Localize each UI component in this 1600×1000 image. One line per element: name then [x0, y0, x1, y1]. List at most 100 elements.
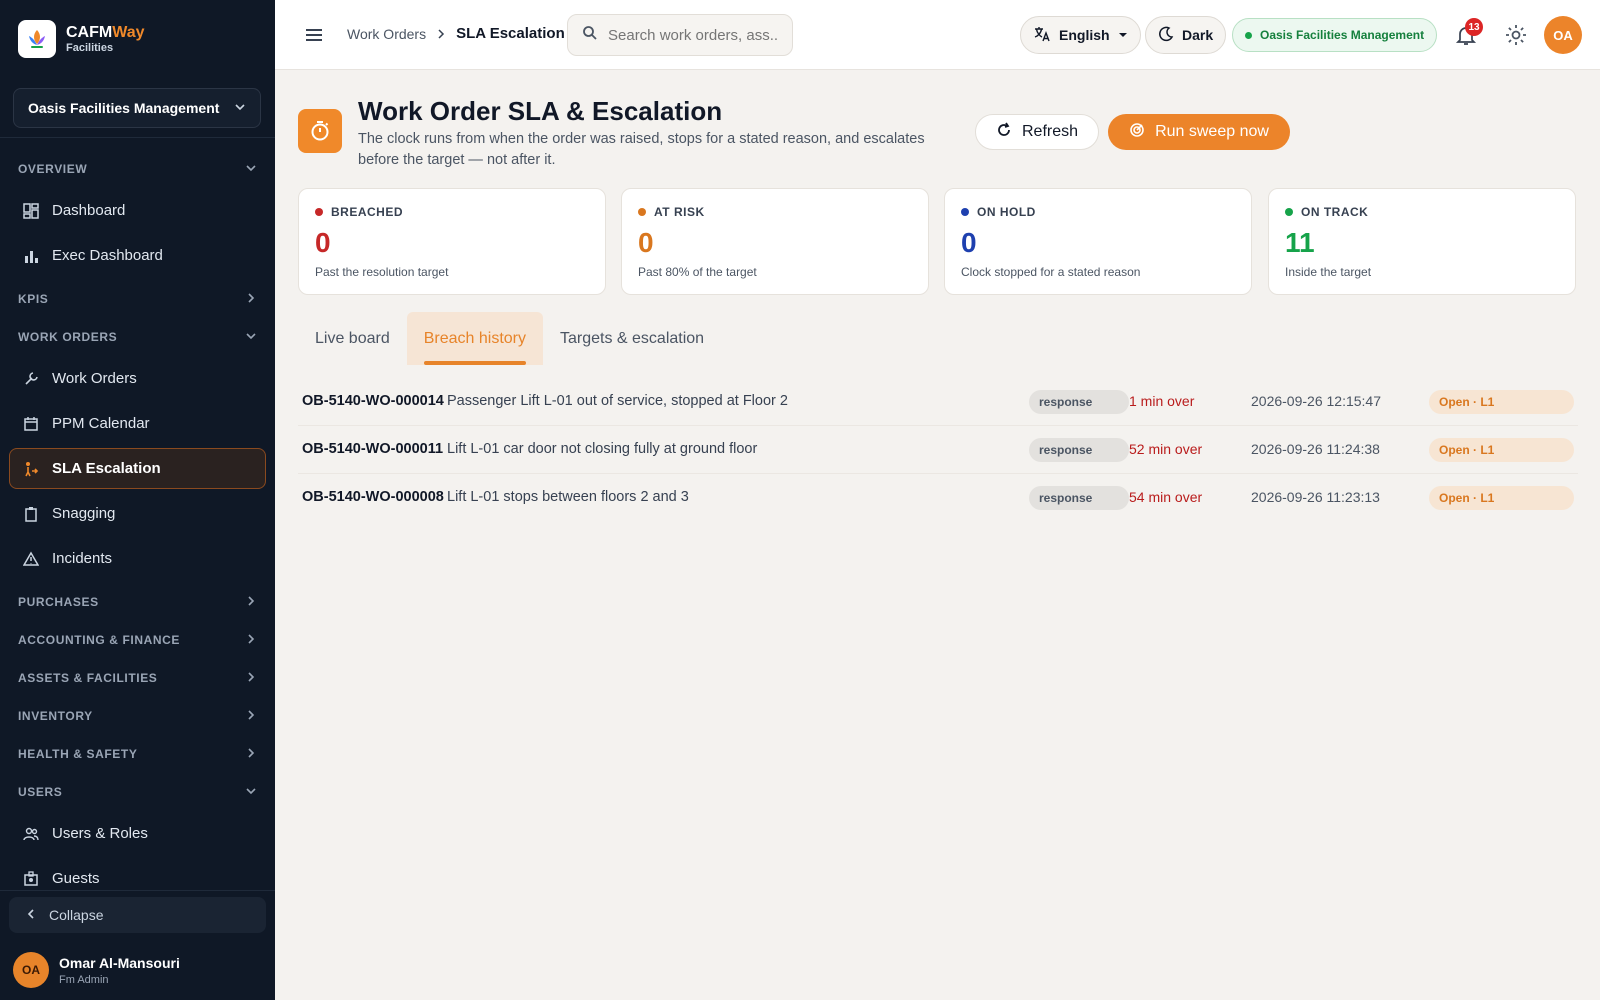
work-order-code[interactable]: OB-5140-WO-000008	[302, 489, 444, 505]
chevron-right-icon	[245, 633, 257, 648]
status-badge: Open · L1	[1429, 438, 1574, 462]
overdue-amount: 1 min over	[1129, 393, 1195, 409]
gear-icon[interactable]	[1504, 23, 1528, 47]
stat-value: 0	[961, 227, 977, 258]
sidebar-item-exec-dashboard[interactable]: Exec Dashboard	[9, 235, 266, 276]
breach-history-list: OB-5140-WO-000014 Passenger Lift L-01 ou…	[298, 378, 1578, 522]
nav-section-overview[interactable]: OVERVIEW	[0, 150, 275, 188]
stopwatch-icon	[298, 109, 342, 153]
user-profile[interactable]: OA Omar Al-Mansouri Fm Admin	[13, 952, 180, 988]
work-order-code[interactable]: OB-5140-WO-000011	[302, 441, 443, 457]
breadcrumb: Work Orders SLA Escalation	[347, 25, 565, 42]
chevron-left-icon	[25, 907, 37, 923]
stat-label: ON HOLD	[977, 205, 1036, 219]
org-selector-label: Oasis Facilities Management	[28, 100, 220, 116]
avatar[interactable]: OA	[1544, 16, 1582, 54]
stat-card-on-track: ON TRACK 11 Inside the target	[1268, 188, 1576, 295]
radar-icon	[1129, 122, 1145, 143]
nav-section-users[interactable]: USERS	[0, 773, 275, 811]
sidebar-item-label: Work Orders	[52, 370, 137, 387]
nav-section-accounting[interactable]: ACCOUNTING & FINANCE	[0, 621, 275, 659]
stat-label: AT RISK	[654, 205, 705, 219]
sidebar-item-snagging[interactable]: Snagging	[9, 493, 266, 534]
sidebar-item-ppm-calendar[interactable]: PPM Calendar	[9, 403, 266, 444]
tab-breach-history[interactable]: Breach history	[406, 312, 543, 365]
stat-value: 0	[638, 227, 654, 258]
chevron-right-icon	[245, 595, 257, 610]
clipboard-icon	[22, 505, 40, 523]
sidebar-item-work-orders[interactable]: Work Orders	[9, 358, 266, 399]
stat-label: BREACHED	[331, 205, 404, 219]
nav-section-purchases[interactable]: PURCHASES	[0, 583, 275, 621]
avatar: OA	[13, 952, 49, 988]
sidebar-item-label: Incidents	[52, 550, 113, 567]
tab-targets-escalation[interactable]: Targets & escalation	[543, 312, 721, 365]
nav-section-assets[interactable]: ASSETS & FACILITIES	[0, 659, 275, 697]
tab-bar: Live board Breach history Targets & esca…	[298, 312, 721, 365]
org-status-badge: Oasis Facilities Management	[1232, 18, 1438, 52]
stat-subtitle: Past 80% of the target	[638, 265, 757, 279]
theme-label: Dark	[1182, 27, 1214, 43]
org-selector[interactable]: Oasis Facilities Management	[13, 88, 261, 128]
tab-live-board[interactable]: Live board	[298, 312, 407, 365]
nav-section-health-safety[interactable]: HEALTH & SAFETY	[0, 735, 275, 773]
chevron-down-icon	[245, 162, 257, 177]
dashboard-icon	[22, 202, 40, 220]
search-input[interactable]	[608, 26, 778, 44]
run-sweep-button[interactable]: Run sweep now	[1108, 114, 1290, 150]
brand-subtitle: Facilities	[66, 41, 114, 54]
stat-subtitle: Inside the target	[1285, 265, 1372, 279]
stat-card-on-hold: ON HOLD 0 Clock stopped for a stated rea…	[944, 188, 1252, 295]
chevron-right-icon	[245, 292, 257, 307]
language-selector[interactable]: English	[1020, 16, 1141, 54]
nav-section-label: ASSETS & FACILITIES	[18, 671, 158, 685]
sidebar-item-dashboard[interactable]: Dashboard	[9, 190, 266, 231]
nav-section-inventory[interactable]: INVENTORY	[0, 697, 275, 735]
status-badge: Open · L1	[1429, 486, 1574, 510]
bar-chart-icon	[22, 247, 40, 265]
stat-subtitle: Clock stopped for a stated reason	[961, 265, 1141, 279]
nav-section-label: ACCOUNTING & FINANCE	[18, 633, 180, 647]
sidebar-item-users-roles[interactable]: Users & Roles	[9, 813, 266, 854]
sidebar-item-sla-escalation[interactable]: SLA Escalation	[9, 448, 266, 489]
stat-card-breached: BREACHED 0 Past the resolution target	[298, 188, 606, 295]
list-item[interactable]: OB-5140-WO-000008 Lift L-01 stops betwee…	[298, 474, 1578, 522]
sla-type-chip: response	[1029, 486, 1129, 510]
theme-toggle[interactable]: Dark	[1145, 16, 1227, 54]
nav-section-work-orders[interactable]: WORK ORDERS	[0, 318, 275, 356]
top-header: Work Orders SLA Escalation English Dark …	[275, 0, 1600, 70]
moon-icon	[1158, 26, 1174, 45]
menu-icon[interactable]	[303, 24, 325, 46]
nav-section-label: KPIS	[18, 292, 49, 306]
collapse-label: Collapse	[49, 907, 104, 923]
translate-icon	[1033, 25, 1051, 46]
sidebar-item-label: SLA Escalation	[52, 460, 161, 477]
chevron-right-icon	[436, 26, 446, 42]
badge-icon	[22, 870, 40, 888]
nav-section-label: PURCHASES	[18, 595, 99, 609]
stat-value: 0	[315, 227, 331, 258]
work-order-code[interactable]: OB-5140-WO-000014	[302, 393, 444, 409]
calendar-icon	[22, 415, 40, 433]
nav-section-label: INVENTORY	[18, 709, 93, 723]
sidebar-item-guests[interactable]: Guests	[9, 858, 266, 899]
chevron-down-icon	[245, 330, 257, 345]
sidebar-item-label: Snagging	[52, 505, 116, 522]
sidebar-item-label: Exec Dashboard	[52, 247, 163, 264]
sidebar-item-incidents[interactable]: Incidents	[9, 538, 266, 579]
stat-card-at-risk: AT RISK 0 Past 80% of the target	[621, 188, 929, 295]
collapse-sidebar-button[interactable]: Collapse	[9, 897, 266, 933]
nav-section-kpis[interactable]: KPIS	[0, 280, 275, 318]
brand[interactable]: CAFMWay Facilities	[18, 20, 145, 58]
user-role: Fm Admin	[59, 973, 109, 986]
breadcrumb-work-orders[interactable]: Work Orders	[347, 26, 426, 42]
work-order-description: Lift L-01 stops between floors 2 and 3	[447, 489, 689, 505]
breadcrumb-current: SLA Escalation	[456, 25, 565, 42]
refresh-button[interactable]: Refresh	[975, 114, 1099, 150]
sidebar-divider	[0, 137, 275, 138]
sidebar-item-label: Users & Roles	[52, 825, 148, 842]
list-item[interactable]: OB-5140-WO-000014 Passenger Lift L-01 ou…	[298, 378, 1578, 426]
status-dot-icon	[1245, 31, 1252, 39]
list-item[interactable]: OB-5140-WO-000011 Lift L-01 car door not…	[298, 426, 1578, 474]
search-box[interactable]	[567, 14, 793, 56]
